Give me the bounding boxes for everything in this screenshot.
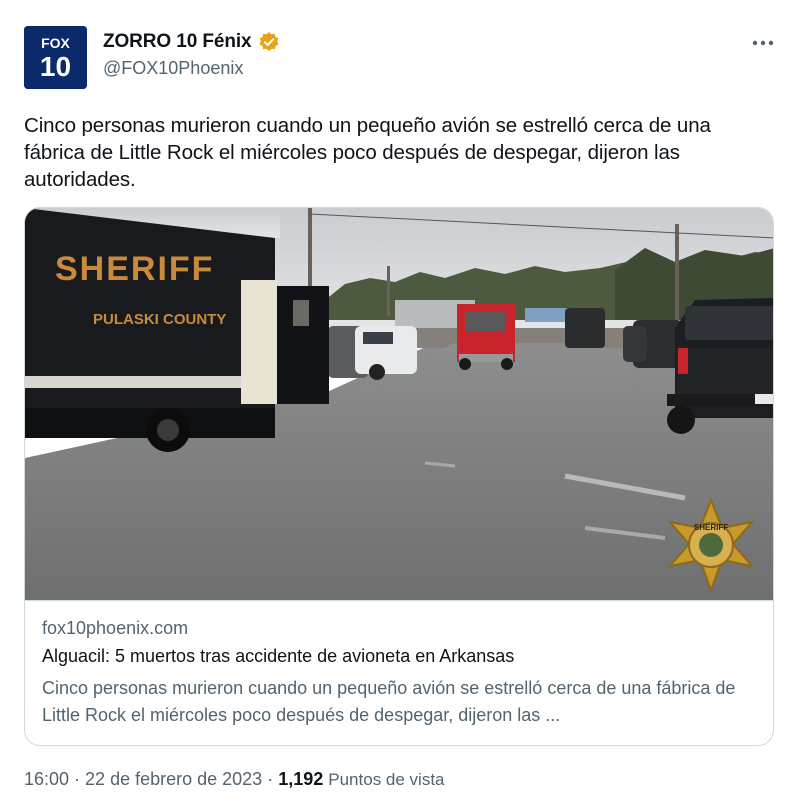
- truck-text-sheriff: SHERIFF: [55, 250, 214, 288]
- meta-separator-2: ·: [262, 769, 279, 789]
- card-title: Alguacil: 5 muertos tras accidente de av…: [42, 646, 515, 666]
- card-domain: fox10phoenix.com: [42, 618, 189, 638]
- verified-badge-icon[interactable]: [258, 31, 280, 53]
- card-image[interactable]: SHERIFF PULASKI COUNTY SHERIFF: [25, 208, 773, 600]
- tweet: FOX 10 ZORRO 10 Fénix @FOX10Phoenix Cinc…: [0, 0, 800, 809]
- tweet-meta: 16:00 · 22 de febrero de 2023 · 1,192 Pu…: [24, 769, 445, 790]
- views-label: Puntos de vista: [328, 770, 445, 789]
- more-button[interactable]: [746, 30, 780, 56]
- news-photo: SHERIFF PULASKI COUNTY SHERIFF: [25, 208, 773, 600]
- tweet-text: Cinco personas murieron cuando un pequeñ…: [24, 114, 711, 191]
- truck-text-county: PULASKI COUNTY: [93, 311, 226, 328]
- tweet-time[interactable]: 16:00: [24, 769, 69, 789]
- card-description: Cinco personas murieron cuando un pequeñ…: [42, 678, 736, 725]
- meta-separator: ·: [69, 769, 86, 789]
- fox10-logo: FOX 10: [24, 26, 87, 89]
- tweet-date[interactable]: 22 de febrero de 2023: [85, 769, 262, 789]
- avatar-text-top: FOX: [41, 35, 70, 51]
- more-horizontal-icon: [752, 40, 774, 46]
- avatar-text-bottom: 10: [40, 51, 71, 82]
- author-display-name[interactable]: ZORRO 10 Fénix: [103, 31, 252, 53]
- author-name-row: ZORRO 10 Fénix: [103, 31, 280, 53]
- views-count: 1,192: [278, 769, 324, 789]
- author-handle[interactable]: @FOX10Phoenix: [103, 58, 243, 79]
- avatar[interactable]: FOX 10: [24, 26, 87, 89]
- link-card[interactable]: SHERIFF PULASKI COUNTY SHERIFF fox10phoe…: [24, 207, 774, 746]
- badge-text-top: SHERIFF: [694, 523, 728, 532]
- card-body[interactable]: fox10phoenix.com Alguacil: 5 muertos tra…: [25, 600, 773, 745]
